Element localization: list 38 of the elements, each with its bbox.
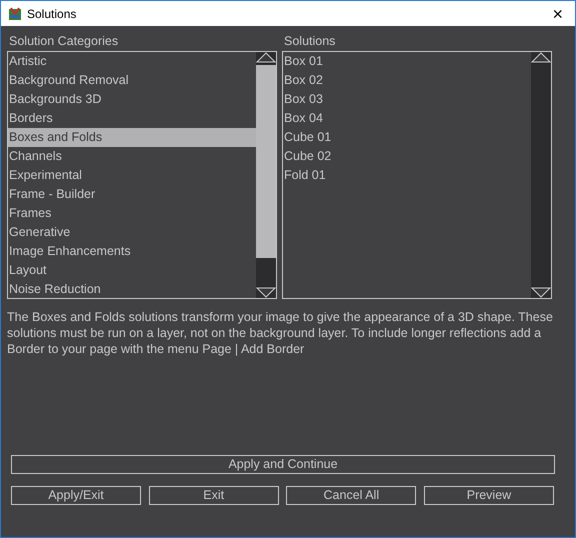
scroll-thumb[interactable] <box>256 65 276 258</box>
list-item[interactable]: Backgrounds 3D <box>8 90 256 109</box>
scroll-down-arrow-icon[interactable] <box>256 287 276 298</box>
list-label: Solutions <box>283 33 336 50</box>
list-item[interactable]: Borders <box>8 109 256 128</box>
list-item[interactable]: Box 02 <box>283 71 531 90</box>
list-item[interactable]: Artistic <box>8 52 256 71</box>
list-item[interactable]: Channels <box>8 147 256 166</box>
apply-continue-button[interactable]: Apply and Continue <box>11 455 555 474</box>
scrollbar[interactable] <box>256 52 276 298</box>
dialog-button[interactable]: Preview <box>424 486 554 505</box>
scrollbar[interactable] <box>531 52 551 298</box>
dialog-button[interactable]: Apply/Exit <box>11 486 141 505</box>
scroll-down-arrow-icon[interactable] <box>531 287 551 298</box>
list-item[interactable]: Cube 01 <box>283 128 531 147</box>
close-button[interactable]: × <box>546 4 569 24</box>
list-item[interactable]: Box 04 <box>283 109 531 128</box>
list-item[interactable]: Image Enhancements <box>8 242 256 261</box>
scroll-up-arrow-icon[interactable] <box>531 52 551 63</box>
list-item[interactable]: Cube 02 <box>283 147 531 166</box>
list-item[interactable]: Boxes and Folds <box>8 128 256 147</box>
list-item[interactable]: Background Removal <box>8 71 256 90</box>
dialog-button[interactable]: Cancel All <box>286 486 416 505</box>
list-item[interactable]: Layout <box>8 261 256 280</box>
list-label: Solution Categories <box>8 33 120 50</box>
list-item[interactable]: Frames <box>8 204 256 223</box>
scroll-up-arrow-icon[interactable] <box>256 52 276 63</box>
list-item[interactable]: Noise Reduction <box>8 280 256 298</box>
list-item[interactable]: Experimental <box>8 166 256 185</box>
app-icon <box>7 6 23 22</box>
description-text: The Boxes and Folds solutions transform your image to give the appearance of a 3D shape. These solutions must be run on a layer, not on the background layer. To include longer reflections add a Border to your page with the menu Page | Add Border <box>7 309 554 357</box>
list-item[interactable]: Frame - Builder <box>8 185 256 204</box>
list-item[interactable]: Generative <box>8 223 256 242</box>
list-item[interactable]: Fold 01 <box>283 166 531 185</box>
list-item[interactable]: Box 01 <box>283 52 531 71</box>
list-item[interactable]: Box 03 <box>283 90 531 109</box>
window-title: Solutions <box>27 6 78 20</box>
dialog-button[interactable]: Exit <box>148 486 279 505</box>
